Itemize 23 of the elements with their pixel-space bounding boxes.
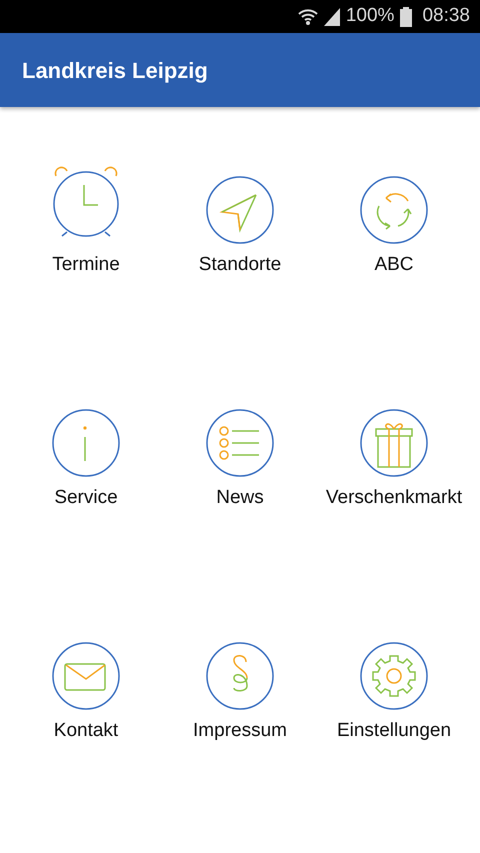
gear-icon[interactable] (360, 642, 428, 710)
tile-label[interactable]: Einstellungen (336, 717, 452, 746)
tile-label[interactable]: Standorte (198, 251, 282, 280)
battery-percentage: 100% (346, 4, 394, 28)
signal-icon (324, 8, 340, 26)
alarm-clock-icon[interactable] (51, 166, 121, 238)
tile-label[interactable]: ABC (374, 251, 414, 280)
info-icon[interactable] (52, 409, 120, 477)
tile-label[interactable]: News (216, 484, 264, 512)
clock-time: 08:38 (422, 4, 470, 28)
wifi-icon (298, 6, 318, 26)
recycle-arrows-icon[interactable] (360, 176, 428, 244)
section-sign-icon[interactable] (206, 642, 274, 710)
list-icon[interactable] (206, 409, 274, 477)
gift-icon[interactable] (360, 409, 428, 477)
tile-label[interactable]: Impressum (193, 717, 287, 746)
app-title: Landkreis Leipzig (22, 56, 208, 85)
envelope-icon[interactable] (52, 642, 120, 710)
tile-label[interactable]: Service (54, 484, 118, 512)
tile-label[interactable]: Verschenkmarkt (326, 484, 462, 512)
tile-label[interactable]: Kontakt (54, 717, 118, 746)
battery-icon (400, 6, 412, 26)
tile-label[interactable]: Termine (52, 251, 120, 280)
